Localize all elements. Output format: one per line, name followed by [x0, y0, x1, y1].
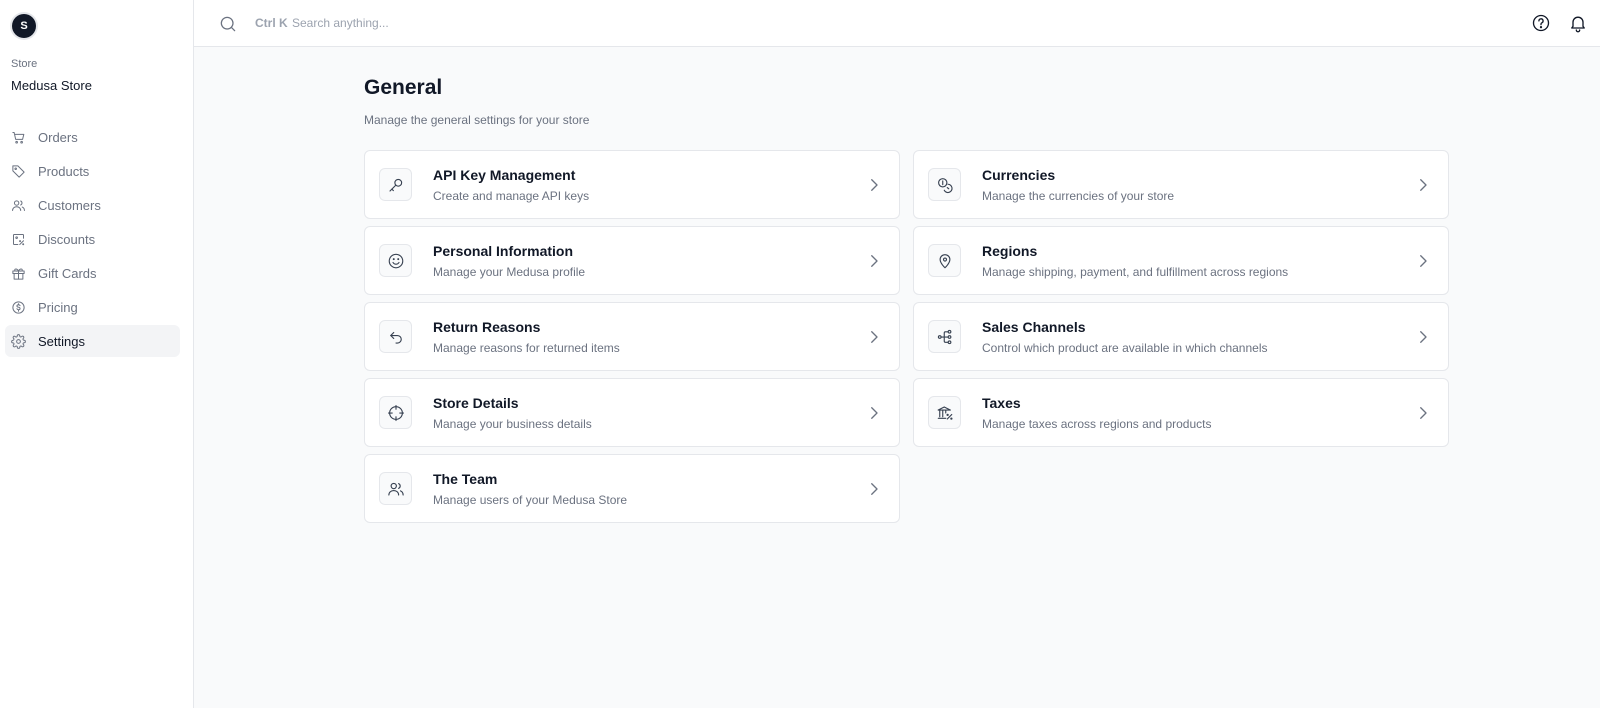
tag-icon — [12, 164, 25, 178]
sidebar-item-label: Products — [38, 163, 90, 179]
card-title: Store Details — [433, 395, 519, 411]
card-icon-box — [928, 396, 961, 429]
chevron-right-icon — [871, 483, 878, 495]
chevron-right-icon — [1420, 407, 1427, 419]
settings-card-store-details[interactable]: Store Details Manage your business detai… — [364, 378, 900, 447]
chevron-right-icon — [871, 331, 878, 343]
card-description: Manage your Medusa profile — [433, 265, 586, 279]
card-description: Manage your business details — [433, 417, 592, 431]
card-title: Taxes — [982, 395, 1021, 411]
discount-icon — [13, 233, 25, 245]
card-icon-box — [379, 244, 412, 277]
settings-card-the-team[interactable]: The Team Manage users of your Medusa Sto… — [364, 454, 900, 523]
settings-card-currencies[interactable]: Currencies Manage the currencies of your… — [913, 150, 1449, 219]
store-label: Store — [11, 58, 38, 70]
card-title: Currencies — [982, 167, 1056, 183]
sidebar-item-discounts[interactable]: Discounts — [5, 223, 180, 255]
dollar-circle-icon — [12, 300, 25, 314]
card-icon-box — [379, 396, 412, 429]
chevron-right-icon — [1420, 255, 1427, 267]
help-icon[interactable] — [1531, 13, 1551, 33]
settings-card-return-reasons[interactable]: Return Reasons Manage reasons for return… — [364, 302, 900, 371]
tax-building-icon — [937, 405, 953, 420]
chevron-right-icon — [871, 255, 878, 267]
card-title: API Key Management — [433, 167, 576, 183]
settings-card-taxes[interactable]: Taxes Manage taxes across regions and pr… — [913, 378, 1449, 447]
smile-icon — [388, 253, 403, 268]
card-title: Sales Channels — [982, 319, 1086, 335]
settings-card-personal-information[interactable]: Personal Information Manage your Medusa … — [364, 226, 900, 295]
chevron-right-icon — [871, 407, 878, 419]
sidebar-item-label: Discounts — [38, 231, 96, 247]
sidebar-item-label: Pricing — [38, 299, 78, 315]
card-icon-box — [928, 320, 961, 353]
sidebar-item-label: Orders — [38, 129, 78, 145]
coins-icon — [937, 177, 953, 193]
card-icon-box — [928, 168, 961, 201]
sidebar-item-products[interactable]: Products — [5, 155, 180, 187]
cart-icon — [12, 131, 25, 144]
search-icon — [220, 16, 236, 32]
sidebar-item-label: Customers — [38, 197, 101, 213]
card-icon-box — [379, 320, 412, 353]
settings-card-sales-channels[interactable]: Sales Channels Control which product are… — [913, 302, 1449, 371]
card-title: Personal Information — [433, 243, 574, 259]
bell-icon[interactable] — [1568, 13, 1588, 33]
card-title: Return Reasons — [433, 319, 541, 335]
gift-icon — [12, 268, 25, 280]
gear-icon — [11, 333, 26, 349]
card-icon-box — [379, 168, 412, 201]
map-pin-icon — [939, 253, 950, 268]
store-avatar[interactable]: S — [12, 14, 36, 38]
crosshair-icon — [387, 404, 404, 421]
card-description: Manage shipping, payment, and fulfillmen… — [982, 265, 1289, 279]
return-arrow-icon — [389, 331, 402, 344]
key-icon — [388, 178, 402, 192]
sidebar-item-pricing[interactable]: Pricing — [5, 291, 180, 323]
card-description: Manage taxes across regions and products — [982, 417, 1212, 431]
sidebar-item-orders[interactable]: Orders — [5, 121, 180, 153]
sidebar-item-gift-cards[interactable]: Gift Cards — [5, 257, 180, 289]
chevron-right-icon — [1420, 179, 1427, 191]
card-description: Manage the currencies of your store — [982, 189, 1175, 203]
card-icon-box — [379, 472, 412, 505]
topbar: Ctrl K — [194, 0, 1600, 47]
page-subtitle: Manage the general settings for your sto… — [364, 113, 590, 127]
page-title: General — [364, 76, 443, 99]
sidebar-nav: Orders Products Customers Discounts Gift… — [5, 121, 180, 359]
card-description: Manage reasons for returned items — [433, 341, 620, 355]
sidebar-item-settings[interactable]: Settings — [5, 325, 180, 357]
sidebar-item-customers[interactable]: Customers — [5, 189, 180, 221]
store-name[interactable]: Medusa Store — [11, 78, 92, 93]
card-description: Manage users of your Medusa Store — [433, 493, 628, 507]
chevron-right-icon — [871, 179, 878, 191]
card-description: Control which product are available in w… — [982, 341, 1268, 355]
settings-card-api-keys[interactable]: API Key Management Create and manage API… — [364, 150, 900, 219]
sidebar-item-label: Settings — [38, 333, 85, 349]
main-content: General Manage the general settings for … — [364, 76, 589, 127]
users-icon — [12, 199, 25, 211]
card-title: The Team — [433, 471, 498, 487]
card-icon-box — [928, 244, 961, 277]
chevron-right-icon — [1420, 331, 1427, 343]
card-title: Regions — [982, 243, 1038, 259]
sidebar-item-label: Gift Cards — [38, 265, 97, 281]
sidebar: S Store Medusa Store Orders Products Cus… — [0, 0, 194, 708]
search-input[interactable] — [292, 10, 692, 36]
channels-icon — [937, 329, 951, 344]
users-icon — [387, 482, 404, 496]
card-description: Create and manage API keys — [433, 189, 590, 203]
search-shortcut: Ctrl K — [255, 16, 288, 30]
settings-card-regions[interactable]: Regions Manage shipping, payment, and fu… — [913, 226, 1449, 295]
